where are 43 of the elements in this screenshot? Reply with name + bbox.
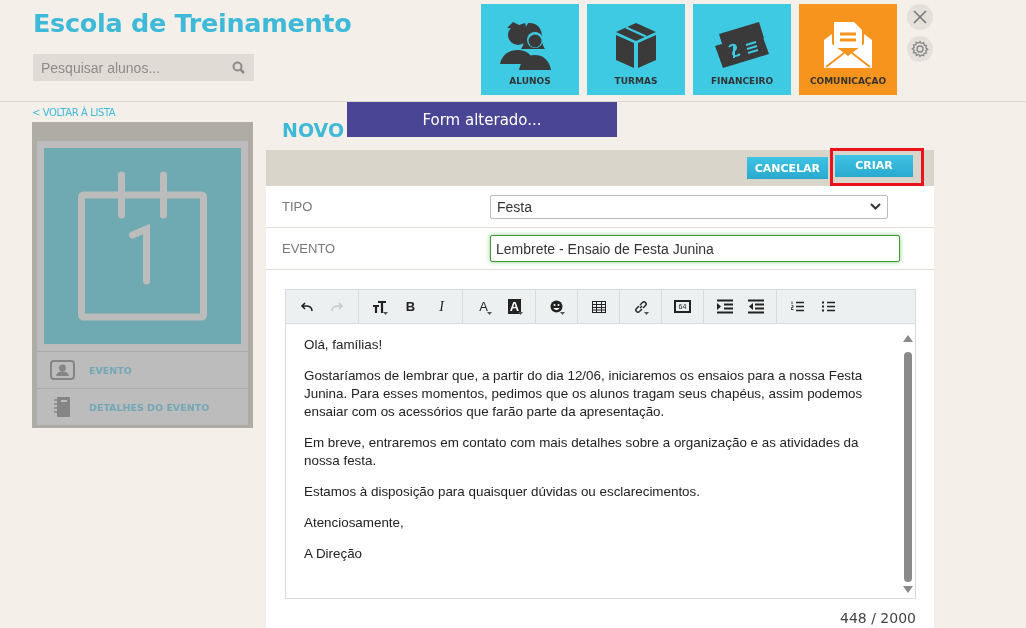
table-icon bbox=[591, 300, 606, 313]
toast-message: Form alterado... bbox=[347, 102, 617, 137]
font-size-icon bbox=[372, 300, 387, 313]
numbered-list-icon bbox=[791, 301, 804, 312]
type-select[interactable]: Festa bbox=[490, 194, 888, 219]
settings-button[interactable] bbox=[907, 36, 933, 62]
undo-icon bbox=[300, 301, 313, 312]
toolbar-button[interactable]: B bbox=[395, 290, 426, 323]
nav-tile[interactable]: FINANCEIRO bbox=[693, 4, 791, 95]
calendar-icon bbox=[44, 148, 241, 344]
message-paragraph: Gostaríamos de lembrar que, a partir do dia 12/06, iniciaremos os ensaios para a nossa Festa Junina. Para esses momentos, pedimos que os alunos tragam seus chapéus, assim podemos ensaiar com os acessórios que farão parte da apresentação. bbox=[304, 367, 864, 421]
box-icon bbox=[614, 20, 658, 70]
app-title: Escola de Treinamento bbox=[33, 8, 353, 38]
message-paragraph: Olá, famílias! bbox=[304, 336, 384, 354]
envelope-icon bbox=[824, 20, 872, 70]
message-paragraph: Atenciosamente, bbox=[304, 514, 405, 532]
character-counter: 448 / 2000 bbox=[839, 610, 916, 626]
field-label: TIPO bbox=[282, 199, 314, 214]
close-icon bbox=[913, 10, 927, 24]
link-icon bbox=[633, 299, 648, 314]
event-input[interactable]: Lembrete - Ensaio de Festa Junina bbox=[490, 235, 900, 262]
bullet-list-icon bbox=[822, 301, 835, 312]
page-title: NOVO bbox=[282, 119, 345, 142]
message-paragraph: A Direção bbox=[304, 545, 364, 563]
outdent-icon bbox=[747, 299, 764, 314]
message-paragraph: Em breve, entraremos em contato com mais detalhes sobre a organização e as atividades da nossa festa. bbox=[304, 434, 860, 470]
nav-tile[interactable]: TURMAS bbox=[587, 4, 685, 95]
settings-icon bbox=[911, 40, 929, 58]
smiley-icon bbox=[550, 300, 563, 313]
message-paragraph: Estamos à disposição para quaisquer dúvidas ou esclarecimentos. bbox=[304, 483, 701, 501]
chevron-icon bbox=[870, 203, 881, 210]
indent-icon bbox=[716, 299, 733, 314]
search-field[interactable]: Pesquisar alunos... bbox=[33, 54, 254, 81]
nav-tile[interactable]: COMUNICAÇAO bbox=[799, 4, 897, 95]
redo-icon bbox=[331, 301, 344, 312]
contact-card-icon bbox=[50, 360, 75, 380]
nav-tile[interactable]: ALUNOS bbox=[481, 4, 579, 95]
field-label: EVENTO bbox=[282, 241, 337, 256]
toolbar-button[interactable]: A bbox=[468, 290, 499, 323]
search-icon bbox=[232, 61, 245, 74]
toolbar-button[interactable]: A bbox=[499, 290, 530, 323]
toolbar-button[interactable]: I bbox=[426, 290, 457, 323]
close-button[interactable] bbox=[907, 4, 933, 30]
